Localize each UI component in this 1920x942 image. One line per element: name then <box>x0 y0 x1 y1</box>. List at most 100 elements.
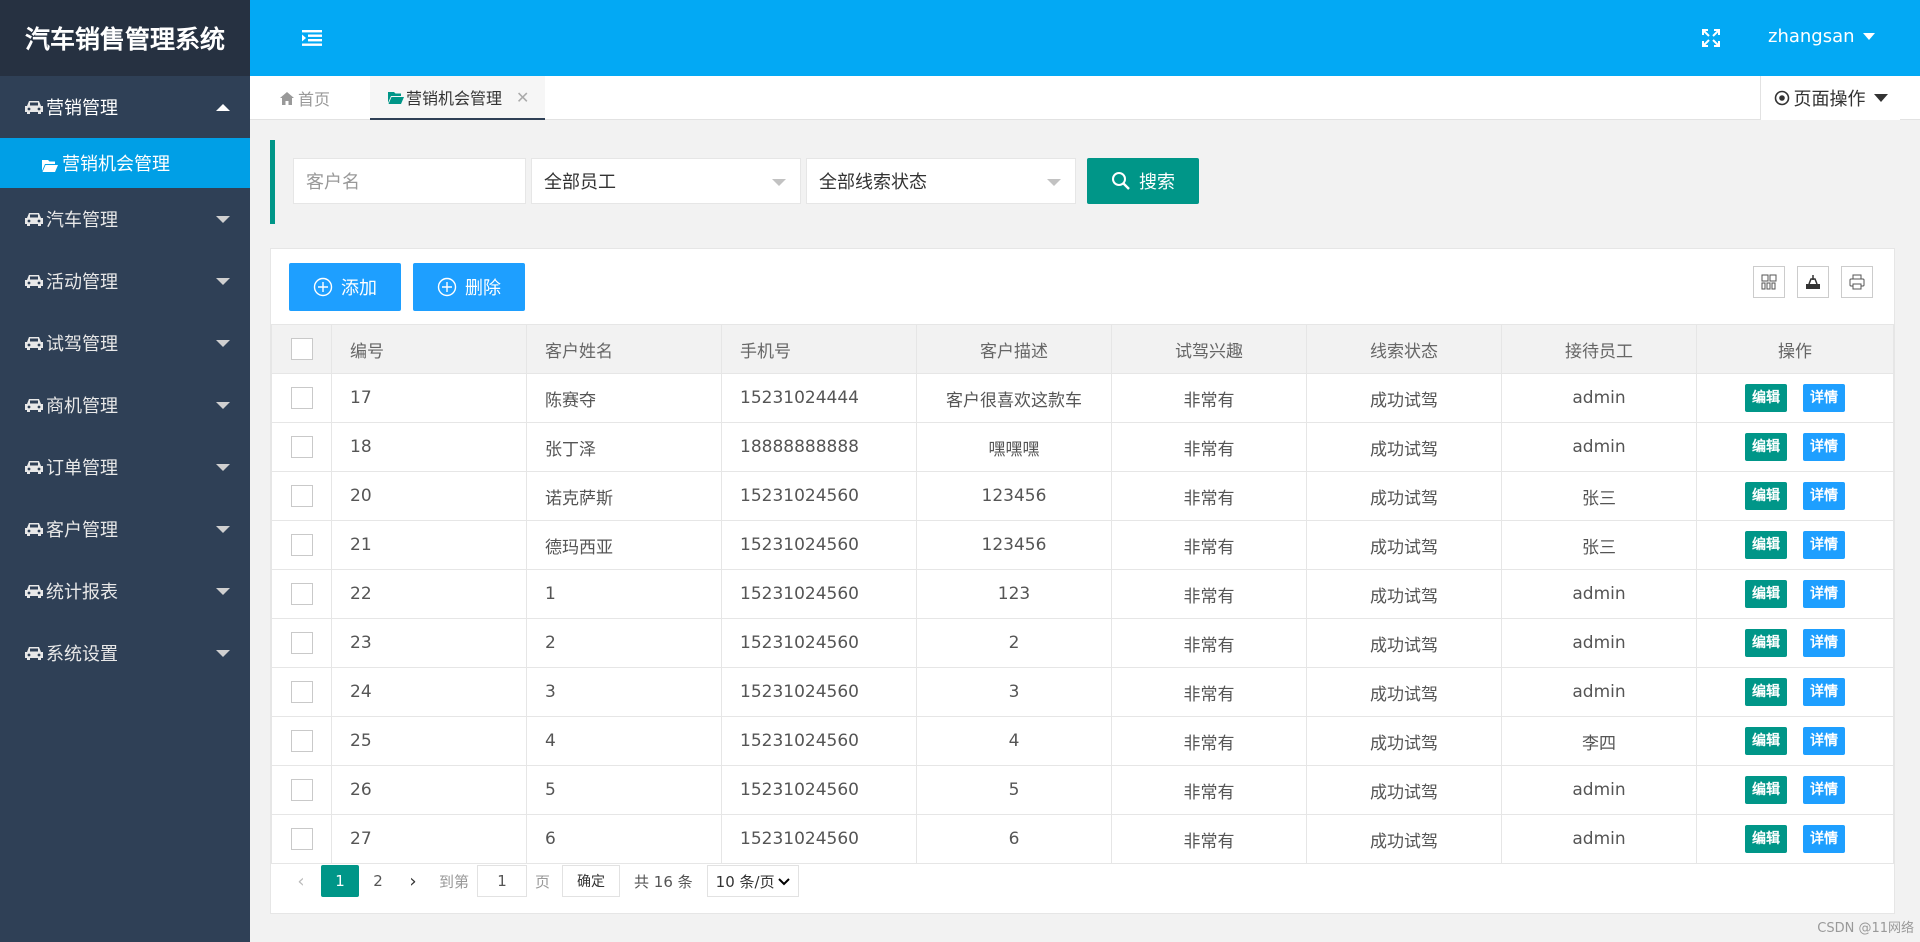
goto-page-input[interactable]: 1 <box>477 865 528 897</box>
edit-button[interactable]: 编辑 <box>1745 531 1787 559</box>
row-checkbox[interactable] <box>290 828 313 850</box>
detail-button[interactable]: 详情 <box>1803 482 1845 510</box>
plus-circle-icon <box>313 277 333 297</box>
table-cell: 22 <box>331 569 527 619</box>
edit-button[interactable]: 编辑 <box>1745 727 1787 755</box>
export-button[interactable] <box>1797 266 1829 298</box>
detail-button[interactable]: 详情 <box>1803 727 1845 755</box>
staff-select[interactable]: 全部员工 <box>531 158 801 204</box>
car-icon <box>24 99 44 115</box>
tab-home[interactable]: 首页 <box>280 76 330 120</box>
menu-toggle-icon[interactable] <box>302 30 322 46</box>
page-button[interactable]: 2 <box>359 865 397 897</box>
row-checkbox[interactable] <box>290 730 313 752</box>
user-menu[interactable]: zhangsan <box>1768 26 1875 47</box>
sidebar-item[interactable]: 汽车管理 <box>0 188 250 250</box>
sidebar-item[interactable]: 客户管理 <box>0 498 250 560</box>
detail-button[interactable]: 详情 <box>1803 580 1845 608</box>
table-cell: admin <box>1501 667 1697 717</box>
detail-button[interactable]: 详情 <box>1803 384 1845 412</box>
table-cell: 26 <box>331 765 527 815</box>
detail-button[interactable]: 详情 <box>1803 433 1845 461</box>
sidebar: 汽车销售管理系统 营销管理 营销机会管理 汽车管理 活动管理 试驾管理 商机管理 订单管理客… <box>0 0 250 942</box>
customer-name-input[interactable]: 客户名 <box>293 158 526 204</box>
column-header[interactable]: 接待员工 <box>1501 324 1697 374</box>
row-checkbox[interactable] <box>290 534 313 556</box>
sidebar-item[interactable]: 试驾管理 <box>0 312 250 374</box>
chevron-down-icon <box>1862 33 1875 40</box>
table-row: 17 陈赛夺 15231024444 客户很喜欢这款车 非常有 成功试驾 admin 编辑 详情 <box>271 373 1894 423</box>
row-checkbox[interactable] <box>290 779 313 801</box>
page-operations-button[interactable]: 页面操作 <box>1760 76 1900 120</box>
lead-status-select-value: 全部线索状态 <box>819 172 927 193</box>
row-checkbox[interactable] <box>290 485 313 507</box>
fullscreen-icon[interactable] <box>1702 29 1720 47</box>
row-select-cell <box>271 520 332 570</box>
lead-status-select[interactable]: 全部线索状态 <box>806 158 1076 204</box>
row-actions: 编辑 详情 <box>1696 471 1894 521</box>
detail-button[interactable]: 详情 <box>1803 776 1845 804</box>
table-row: 24 3 15231024560 3 非常有 成功试驾 admin 编辑 详情 <box>271 667 1894 717</box>
table-cell: 非常有 <box>1111 520 1307 570</box>
chevron-right-icon[interactable]: › <box>403 871 423 892</box>
row-checkbox[interactable] <box>290 436 313 458</box>
table-cell: 4 <box>526 716 722 766</box>
row-checkbox[interactable] <box>290 632 313 654</box>
delete-button-label: 删除 <box>465 278 501 299</box>
sidebar-item[interactable]: 系统设置 <box>0 622 250 684</box>
table-cell: 1 <box>526 569 722 619</box>
edit-button[interactable]: 编辑 <box>1745 384 1787 412</box>
close-icon[interactable]: ✕ <box>516 88 529 107</box>
table-cell: 2 <box>916 618 1112 668</box>
sidebar-item[interactable]: 活动管理 <box>0 250 250 312</box>
table-cell: 5 <box>526 765 722 815</box>
edit-button[interactable]: 编辑 <box>1745 629 1787 657</box>
edit-button[interactable]: 编辑 <box>1745 678 1787 706</box>
edit-button[interactable]: 编辑 <box>1745 825 1787 853</box>
detail-button[interactable]: 详情 <box>1803 629 1845 657</box>
row-actions: 编辑 详情 <box>1696 618 1894 668</box>
column-header: 操作 <box>1696 324 1894 374</box>
column-header[interactable]: 线索状态 <box>1306 324 1502 374</box>
column-filter-button[interactable] <box>1753 266 1785 298</box>
row-select-cell <box>271 667 332 717</box>
delete-button[interactable]: 删除 <box>413 263 525 311</box>
sidebar-item[interactable]: 营销管理 <box>0 76 250 138</box>
row-select-cell <box>271 569 332 619</box>
row-checkbox[interactable] <box>290 583 313 605</box>
search-button[interactable]: 搜索 <box>1087 158 1199 204</box>
column-header[interactable]: 客户姓名 <box>526 324 722 374</box>
edit-button[interactable]: 编辑 <box>1745 482 1787 510</box>
column-header[interactable]: 手机号 <box>721 324 917 374</box>
chevron-up-icon <box>216 104 230 111</box>
select-all-checkbox[interactable] <box>290 338 313 360</box>
detail-button[interactable]: 详情 <box>1803 678 1845 706</box>
sidebar-item[interactable]: 商机管理 <box>0 374 250 436</box>
column-header[interactable]: 客户描述 <box>916 324 1112 374</box>
row-checkbox[interactable] <box>290 681 313 703</box>
page-size-select[interactable]: 10 条/页 <box>706 865 799 897</box>
edit-button[interactable]: 编辑 <box>1745 776 1787 804</box>
edit-button[interactable]: 编辑 <box>1745 580 1787 608</box>
detail-button[interactable]: 详情 <box>1803 531 1845 559</box>
table-cell: 4 <box>916 716 1112 766</box>
chevron-left-icon[interactable]: ‹ <box>291 871 311 892</box>
tab-marketing-opportunity[interactable]: 营销机会管理 ✕ <box>370 76 545 120</box>
row-checkbox[interactable] <box>290 387 313 409</box>
goto-confirm-button[interactable]: 确定 <box>562 865 621 897</box>
detail-button[interactable]: 详情 <box>1803 825 1845 853</box>
table-cell: 成功试驾 <box>1306 520 1502 570</box>
column-header[interactable]: 试驾兴趣 <box>1111 324 1307 374</box>
chevron-down-icon <box>216 216 230 223</box>
sidebar-subitem[interactable]: 营销机会管理 <box>0 138 250 188</box>
sidebar-item[interactable]: 统计报表 <box>0 560 250 622</box>
table-cell: 15231024560 <box>721 716 917 766</box>
table-cell: 成功试驾 <box>1306 569 1502 619</box>
chevron-down-icon <box>216 278 230 285</box>
page-button[interactable]: 1 <box>321 865 359 897</box>
edit-button[interactable]: 编辑 <box>1745 433 1787 461</box>
column-header[interactable]: 编号 <box>331 324 527 374</box>
add-button[interactable]: 添加 <box>289 263 401 311</box>
sidebar-item[interactable]: 订单管理 <box>0 436 250 498</box>
print-button[interactable] <box>1841 266 1873 298</box>
